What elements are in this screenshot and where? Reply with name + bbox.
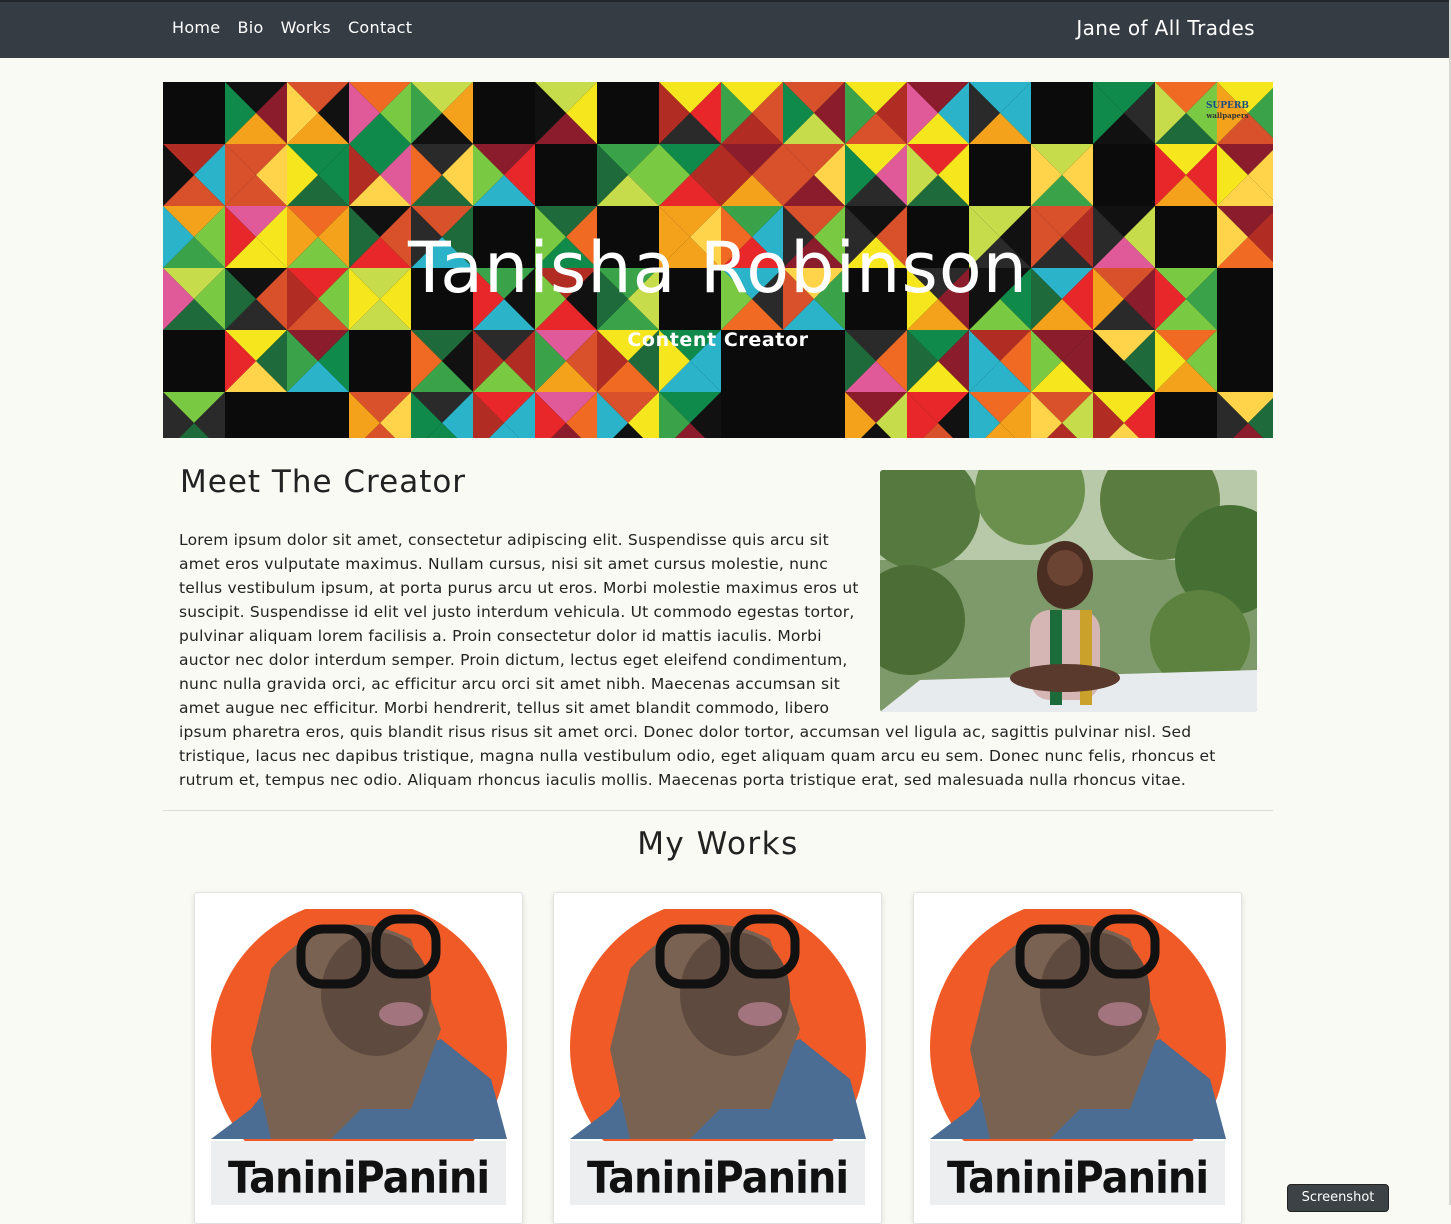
hero-title: Tanisha Robinson (407, 227, 1029, 309)
work-card[interactable]: TaniniPanini (553, 892, 882, 1224)
work-card[interactable]: TaniniPanini (194, 892, 523, 1224)
avatar-illustration (930, 909, 1226, 1169)
nav-works-link[interactable]: Works (281, 18, 331, 37)
logo-banner: TaniniPanini (570, 1141, 865, 1205)
logo-text: TaniniPanini (946, 1152, 1209, 1204)
avatar-illustration (570, 909, 866, 1169)
logo-banner: TaniniPanini (930, 1141, 1225, 1205)
watermark-line-2: wallpapers (1206, 111, 1249, 120)
logo-banner: TaniniPanini (211, 1141, 506, 1205)
photo-float-spacer (873, 528, 1229, 716)
nav-bio-link[interactable]: Bio (237, 18, 263, 37)
hero-subtitle: Content Creator (627, 329, 809, 351)
logo-text: TaniniPanini (227, 1152, 490, 1204)
wallpaper-watermark: SUPERB wallpapers (1205, 101, 1249, 121)
site-brand[interactable]: Jane of All Trades (1076, 16, 1255, 40)
hero-banner: Tanisha Robinson Content Creator SUPERB … (163, 82, 1273, 438)
nav-home-link[interactable]: Home (172, 18, 220, 37)
nav-contact-link[interactable]: Contact (348, 18, 412, 37)
work-card[interactable]: TaniniPanini (913, 892, 1242, 1224)
avatar-illustration (211, 909, 507, 1169)
screenshot-button[interactable]: Screenshot (1287, 1184, 1389, 1212)
logo-text: TaniniPanini (586, 1152, 849, 1204)
bio-title: Meet The Creator (180, 464, 467, 500)
watermark-line-1: SUPERB (1205, 101, 1249, 111)
section-divider (163, 810, 1273, 811)
top-navbar: Home Bio Works Contact Jane of All Trade… (0, 0, 1449, 58)
nav-links: Home Bio Works Contact (172, 18, 412, 37)
works-title: My Works (637, 826, 799, 862)
bio-text-block: Lorem ipsum dolor sit amet, consectetur … (179, 528, 1229, 792)
